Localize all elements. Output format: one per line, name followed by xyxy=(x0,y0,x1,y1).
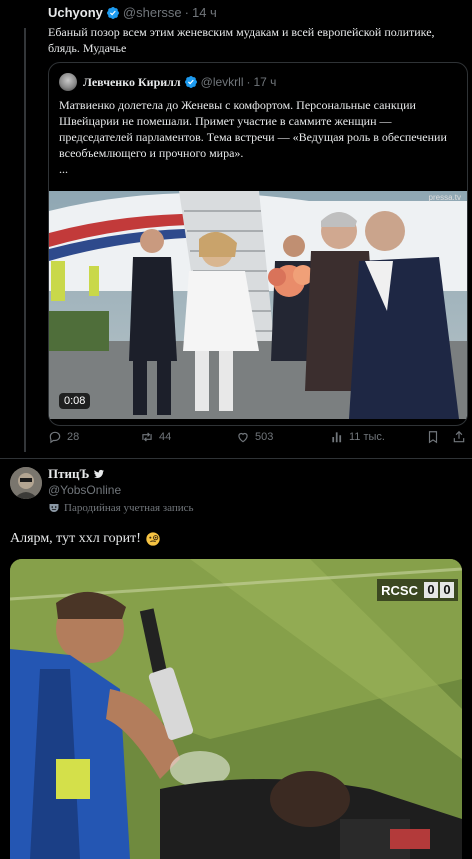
video-frame-football-pitch xyxy=(10,559,462,859)
quoted-tweet-timestamp[interactable]: 17 ч xyxy=(254,74,277,90)
verified-badge-icon xyxy=(106,7,119,19)
view-count: 11 тыс. xyxy=(349,431,385,443)
thread-connector-line xyxy=(24,28,26,452)
separator-dot: · xyxy=(184,5,189,20)
tweet-reply[interactable]: Uchyony @shersse · 14 ч Ебаный позор все… xyxy=(48,4,468,56)
share-button[interactable] xyxy=(452,430,471,444)
quoted-video-player[interactable]: pressa.tv 0:08 xyxy=(49,191,467,419)
tweet-action-bar: 28 44 503 11 тыс. xyxy=(48,430,468,448)
quoted-tweet[interactable]: Левченко Кирилл @levkrll · 17 ч Матвиенк… xyxy=(48,62,468,426)
share-icon xyxy=(453,430,465,443)
verified-badge-icon xyxy=(184,76,197,88)
quoted-author-name[interactable]: Левченко Кирилл xyxy=(83,74,181,90)
views-chart-icon xyxy=(332,432,342,443)
quoted-tweet-header: Левченко Кирилл @levkrll · 17 ч xyxy=(59,73,276,91)
monocle-face-emoji-icon xyxy=(146,532,160,546)
quoted-author-avatar[interactable] xyxy=(59,73,77,91)
scoreboard-away-score: 0 xyxy=(440,582,454,598)
repost-button[interactable]: 44 xyxy=(140,430,171,444)
quoted-tweet-text: Матвиенко долетела до Женевы с комфортом… xyxy=(59,97,455,177)
scoreboard: RCSC 0 0 xyxy=(377,579,458,601)
theater-mask-icon xyxy=(49,504,59,512)
parody-account-label: Пародийная учетная запись xyxy=(48,502,194,514)
heart-icon xyxy=(238,432,248,443)
repost-count: 44 xyxy=(159,431,172,443)
author-avatar[interactable] xyxy=(10,467,42,499)
tweet-text-row: Алярм, тут ххл горит! xyxy=(10,531,161,547)
parody-label-text: Пародийная учетная запись xyxy=(64,502,194,514)
post-video-player[interactable]: RCSC 0 0 xyxy=(10,559,462,859)
bird-icon xyxy=(94,469,105,479)
tweet-text: Ебаный позор всем этим женевским мудакам… xyxy=(48,25,435,55)
repost-icon xyxy=(142,432,152,442)
reply-button[interactable]: 28 xyxy=(48,430,79,444)
author-name[interactable]: Uchyony xyxy=(48,4,103,22)
reply-count: 28 xyxy=(67,431,80,443)
views-button[interactable]: 11 тыс. xyxy=(330,430,385,444)
scoreboard-team: RCSC xyxy=(381,582,418,598)
avatar-image xyxy=(10,467,42,499)
tweet-timestamp[interactable]: 14 ч xyxy=(192,4,217,22)
author-name-row: ПтицЪ xyxy=(48,465,108,483)
author-name[interactable]: ПтицЪ xyxy=(48,465,89,483)
scoreboard-home-score: 0 xyxy=(424,582,438,598)
bookmark-button[interactable] xyxy=(426,430,445,444)
author-handle[interactable]: @YobsOnline xyxy=(48,483,121,497)
tweet-divider xyxy=(0,458,472,459)
quoted-tweet-body: Матвиенко долетела до Женевы с комфортом… xyxy=(59,98,447,160)
video-duration-badge: 0:08 xyxy=(59,393,91,409)
like-button[interactable]: 503 xyxy=(236,430,273,444)
video-watermark: pressa.tv xyxy=(428,193,461,202)
bookmark-icon xyxy=(428,431,438,444)
separator-dot: · xyxy=(246,75,251,89)
quoted-author-handle[interactable]: @levkrll xyxy=(201,74,244,90)
tweet-header: Uchyony @shersse · 14 ч xyxy=(48,4,468,22)
quoted-tweet-ellipsis: ... xyxy=(59,162,68,176)
like-count: 503 xyxy=(255,431,274,443)
author-handle[interactable]: @shersse xyxy=(123,4,182,22)
video-frame-airport-arrival xyxy=(49,191,467,419)
tweet-text: Алярм, тут ххл горит! xyxy=(10,531,141,546)
reply-icon xyxy=(49,431,61,444)
